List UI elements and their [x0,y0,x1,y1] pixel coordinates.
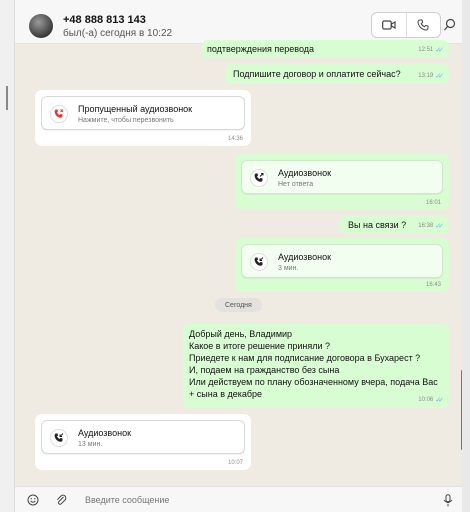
emoji-icon[interactable] [27,494,39,506]
call-message[interactable]: Аудиозвонок 3 мин. 16:43 [235,238,449,292]
missed-call-icon [50,105,68,123]
call-card[interactable]: Пропущенный аудиозвонок Нажмите, чтобы п… [41,96,245,130]
left-edge [0,0,14,512]
call-title: Аудиозвонок [278,252,332,262]
call-subtitle: 3 мин. [278,265,299,272]
call-buttons [371,12,441,38]
message-text: Вы на связи ? [348,220,407,230]
avatar[interactable] [29,14,53,38]
message-list[interactable]: подтверждения перевода 12:51 ✓✓ Подпишите… [15,40,462,486]
incoming-call-icon [50,429,68,447]
call-card[interactable]: Аудиозвонок 3 мин. [241,244,443,278]
call-title: Пропущенный аудиозвонок [78,104,193,114]
message-time: 14:36 [227,136,243,142]
message-time: 16:01 [425,200,441,206]
message-line: Приедете к нам для подписание договора в… [189,353,421,363]
edge-marker [6,86,8,110]
scrollbar[interactable] [461,370,462,450]
message-text-block: Добрый день, Владимир Какое в итоге реше… [189,328,438,400]
call-subtitle: Нажмите, чтобы перезвонить [78,117,174,124]
call-subtitle: 13 мин. [78,441,103,448]
call-message[interactable]: Аудиозвонок Нет ответа 16:01 [235,154,449,210]
call-card[interactable]: Аудиозвонок Нет ответа [241,160,443,194]
search-icon[interactable] [443,18,457,32]
message-line: И, подаем на гражданство без сына [189,365,340,375]
phone-icon [417,19,429,31]
call-card[interactable]: Аудиозвонок 13 мин. [41,420,245,454]
composer-bar: Введите сообщение [15,486,462,512]
message-time: 12:51 ✓✓ [418,47,444,54]
read-ticks-icon: ✓✓ [435,47,444,54]
message-bubble[interactable]: подтверждения перевода 12:51 ✓✓ [201,40,449,58]
message-bubble[interactable]: Добрый день, Владимир Какое в итоге реше… [183,324,449,408]
call-title: Аудиозвонок [278,168,332,178]
chat-header[interactable]: +48 888 813 143 был(-а) сегодня в 10:22 [15,0,462,44]
message-text: Подпишите договор и оплатите сейчас? [233,69,401,79]
voice-call-button[interactable] [405,13,441,37]
read-ticks-icon: ✓✓ [435,223,444,230]
message-line: Или действуем по плану обозначенному вче… [189,377,438,387]
outgoing-call-icon [250,169,268,187]
read-ticks-icon: ✓✓ [435,397,444,404]
day-separator: Сегодня [215,298,262,312]
message-text: подтверждения перевода [207,44,315,54]
video-camera-icon [381,20,396,30]
last-seen-status: был(-а) сегодня в 10:22 [63,28,173,39]
contact-info[interactable]: +48 888 813 143 был(-а) сегодня в 10:22 [63,14,172,39]
microphone-icon[interactable] [443,494,453,507]
message-line: + сына в декабре [189,389,263,399]
message-time: 10:07 [227,460,243,466]
message-bubble[interactable]: Подпишите договор и оплатите сейчас? 13:… [225,64,449,84]
message-bubble[interactable]: Вы на связи ? 16:38 ✓✓ [340,216,449,234]
call-message[interactable]: Пропущенный аудиозвонок Нажмите, чтобы п… [35,90,251,146]
message-input[interactable]: Введите сообщение [85,495,169,505]
read-ticks-icon: ✓✓ [435,73,444,80]
message-line: Какое в итоге решение приняли ? [189,341,330,351]
call-subtitle: Нет ответа [278,181,314,188]
contact-phone: +48 888 813 143 [63,14,146,26]
message-line: Добрый день, Владимир [189,329,293,339]
message-time: 16:38 ✓✓ [418,223,444,230]
message-time: 10:06 ✓✓ [418,397,444,404]
attach-icon[interactable] [55,494,67,506]
message-time: 13:19 ✓✓ [418,73,444,80]
incoming-call-icon [250,253,268,271]
call-title: Аудиозвонок [78,428,132,438]
chat-window: +48 888 813 143 был(-а) сегодня в 10:22 … [14,0,462,512]
call-message[interactable]: Аудиозвонок 13 мин. 10:07 [35,414,251,470]
video-call-button[interactable] [372,13,406,37]
message-time: 16:43 [425,282,441,288]
